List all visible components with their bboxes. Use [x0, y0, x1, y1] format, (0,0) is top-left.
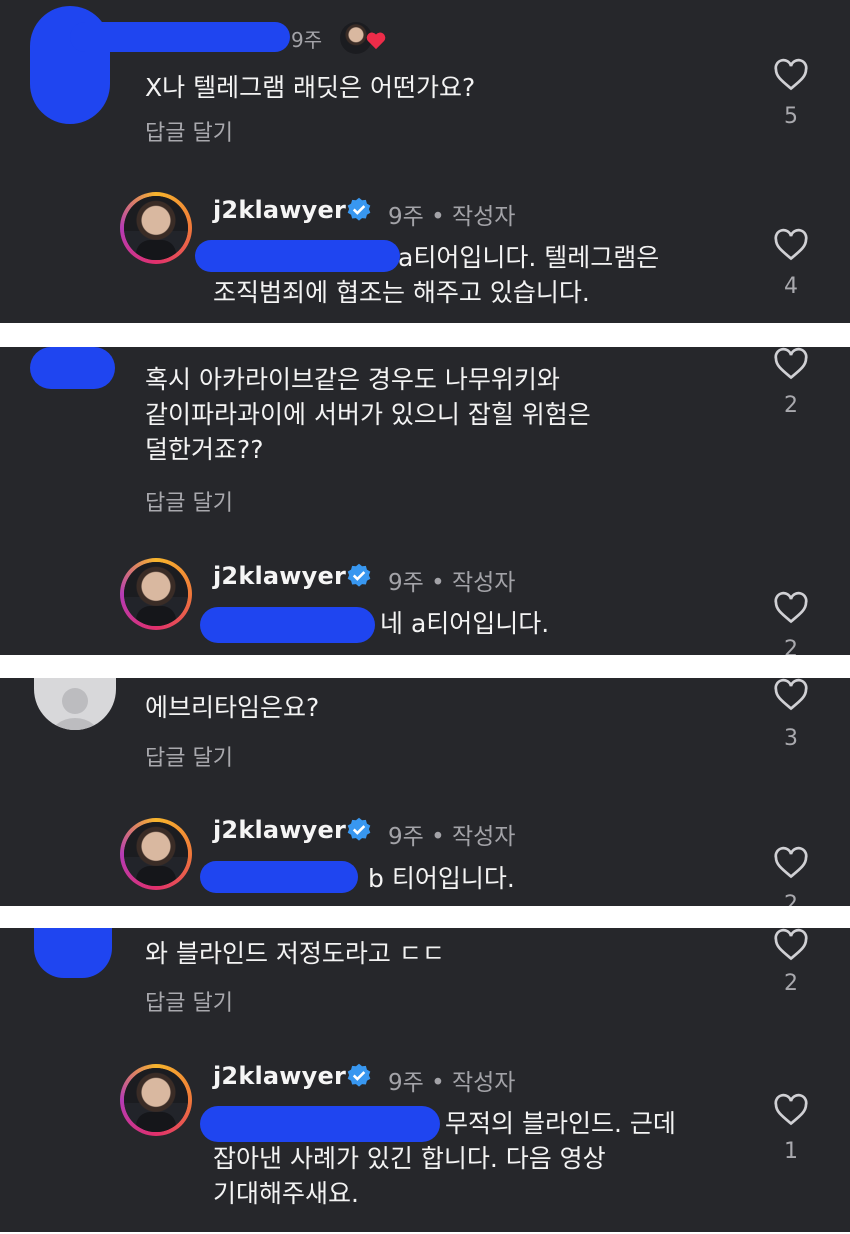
reply-text: a티어입니다. 텔레그램은 조직범죄에 협조는 해주고 있습니다.	[213, 243, 660, 307]
author-avatar[interactable]	[120, 818, 192, 890]
like-count: 5	[784, 104, 798, 129]
verified-badge-icon	[347, 1063, 371, 1087]
verified-badge-icon	[347, 817, 371, 841]
heart-outline-icon[interactable]	[773, 846, 809, 880]
like-count: 3	[784, 726, 798, 751]
heart-outline-icon[interactable]	[773, 58, 809, 92]
verified-badge-icon	[347, 197, 371, 221]
reply-meta: 9주 • 작성자	[388, 1070, 516, 1096]
comment-text: X나 텔레그램 래딧은 어떤가요?	[145, 73, 476, 102]
comment-text: 와 블라인드 저정도라고 ㄷㄷ	[145, 939, 445, 968]
like-count: 2	[784, 892, 798, 906]
reply-meta: 9주 • 작성자	[388, 204, 516, 230]
like-count: 1	[784, 1139, 798, 1164]
author-avatar[interactable]	[120, 1064, 192, 1136]
author-name[interactable]: j2klawyer	[213, 562, 346, 590]
reply-text: 무적의 블라인드. 근데 잡아낸 사례가 있긴 합니다. 다음 영상 기대해주새…	[213, 1109, 676, 1208]
comment-thread-2: 혹시 아카라이브같은 경우도 나무위키와 같이파라과이에 서버가 있으니 잡힐 …	[0, 347, 850, 655]
heart-outline-icon[interactable]	[773, 678, 809, 712]
author-name[interactable]: j2klawyer	[213, 196, 346, 224]
verified-badge-icon	[347, 563, 371, 587]
reply-button[interactable]: 답글 달기	[145, 485, 233, 517]
redaction-mark	[30, 347, 115, 389]
redaction-mark	[34, 928, 112, 978]
reply-button[interactable]: 답글 달기	[145, 115, 233, 147]
reply-button[interactable]: 답글 달기	[145, 985, 233, 1017]
default-avatar[interactable]	[34, 678, 116, 730]
like-count: 4	[784, 274, 798, 299]
heart-outline-icon[interactable]	[773, 1093, 809, 1127]
comment-time: 9주	[291, 28, 323, 52]
reply-text: 네 a티어입니다.	[380, 609, 550, 638]
redaction-mark	[200, 607, 375, 643]
comment-thread-3: 에브리타임은요? 답글 달기 3 j2klawyer 9주 • 작성자 b 티어…	[0, 678, 850, 906]
comment-text: 혹시 아카라이브같은 경우도 나무위키와 같이파라과이에 서버가 있으니 잡힐 …	[145, 365, 591, 464]
like-count: 2	[784, 637, 798, 655]
redaction-mark	[70, 22, 290, 52]
reply-button[interactable]: 답글 달기	[145, 740, 233, 772]
comment-thread-4: 와 블라인드 저정도라고 ㄷㄷ 답글 달기 2 j2klawyer 9주 • 작…	[0, 928, 850, 1232]
like-count: 2	[784, 971, 798, 996]
heart-filled-icon	[366, 32, 386, 50]
heart-outline-icon[interactable]	[773, 928, 809, 962]
author-name[interactable]: j2klawyer	[213, 1062, 346, 1090]
reply-meta: 9주 • 작성자	[388, 570, 516, 596]
heart-outline-icon[interactable]	[773, 591, 809, 625]
heart-outline-icon[interactable]	[773, 228, 809, 262]
reply-meta: 9주 • 작성자	[388, 824, 516, 850]
author-avatar[interactable]	[120, 192, 192, 264]
comment-text: 에브리타임은요?	[145, 693, 320, 722]
author-avatar[interactable]	[120, 558, 192, 630]
redaction-mark	[200, 861, 358, 893]
heart-outline-icon[interactable]	[773, 347, 809, 381]
comment-thread-1: 9주 X나 텔레그램 래딧은 어떤가요? 답글 달기 5 j2klawyer 9…	[0, 0, 850, 323]
reply-text: b 티어입니다.	[368, 864, 515, 893]
author-name[interactable]: j2klawyer	[213, 816, 346, 844]
like-count: 2	[784, 393, 798, 418]
